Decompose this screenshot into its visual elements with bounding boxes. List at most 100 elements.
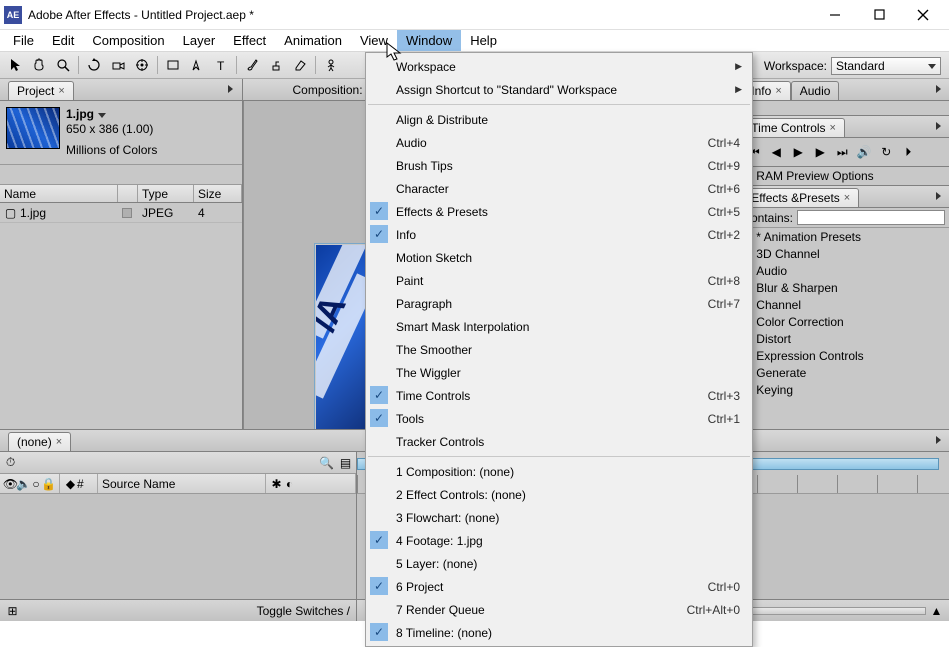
menu-item[interactable]: ✓ToolsCtrl+1 — [366, 407, 752, 430]
tab-audio[interactable]: Audio — [791, 81, 840, 100]
tab-effects-presets[interactable]: Effects &Presets× — [742, 188, 859, 207]
menu-view[interactable]: View — [351, 30, 397, 51]
zoom-tool-icon[interactable] — [52, 54, 74, 76]
effects-category[interactable]: Matte — [738, 398, 949, 400]
menu-item[interactable]: CharacterCtrl+6 — [366, 177, 752, 200]
comp-mini-icon[interactable]: ▤ — [339, 456, 352, 469]
maximize-button[interactable] — [857, 1, 901, 29]
col-size[interactable]: Size — [194, 185, 242, 202]
label-icon[interactable]: ◆ — [64, 477, 77, 490]
effects-category[interactable]: Blur & Sharpen — [738, 279, 949, 296]
effects-category[interactable]: Keying — [738, 381, 949, 398]
effects-category[interactable]: Audio — [738, 262, 949, 279]
effects-category[interactable]: * Animation Presets — [738, 228, 949, 245]
close-icon[interactable]: × — [56, 436, 62, 448]
effects-category[interactable]: Generate — [738, 364, 949, 381]
menu-item[interactable]: Tracker Controls — [366, 430, 752, 453]
menu-edit[interactable]: Edit — [43, 30, 83, 51]
panel-menu-icon[interactable] — [931, 189, 945, 203]
workspace-dropdown[interactable]: Standard — [831, 57, 941, 75]
menu-item[interactable]: 5 Layer: (none) — [366, 552, 752, 575]
clone-stamp-tool-icon[interactable] — [265, 54, 287, 76]
last-frame-icon[interactable]: ⏭ — [834, 144, 850, 160]
panel-menu-icon[interactable] — [931, 119, 945, 133]
effects-category[interactable]: Expression Controls — [738, 347, 949, 364]
minimize-button[interactable] — [813, 1, 857, 29]
toggle-icon[interactable]: ⊞ — [6, 604, 19, 617]
menu-help[interactable]: Help — [461, 30, 506, 51]
menu-item[interactable]: Assign Shortcut to "Standard" Workspace — [366, 78, 752, 101]
pen-tool-icon[interactable] — [186, 54, 208, 76]
effects-category[interactable]: Color Correction — [738, 313, 949, 330]
panel-menu-icon[interactable] — [931, 82, 945, 96]
chevron-down-icon[interactable] — [98, 113, 106, 118]
search-icon[interactable]: 🔍 — [320, 456, 333, 469]
speaker-icon[interactable]: 🔈 — [17, 477, 30, 490]
rotate-tool-icon[interactable] — [83, 54, 105, 76]
effects-category[interactable]: Distort — [738, 330, 949, 347]
list-item[interactable]: ▢1.jpg JPEG 4 — [0, 203, 242, 223]
shy-icon[interactable]: ✱ — [270, 477, 283, 490]
menu-item[interactable]: ParagraphCtrl+7 — [366, 292, 752, 315]
menu-item[interactable]: ✓Effects & PresetsCtrl+5 — [366, 200, 752, 223]
close-icon[interactable]: × — [58, 85, 64, 97]
col-type[interactable]: Type — [138, 185, 194, 202]
menu-animation[interactable]: Animation — [275, 30, 351, 51]
prev-frame-icon[interactable]: ◀ — [768, 144, 784, 160]
text-tool-icon[interactable]: T — [210, 54, 232, 76]
ram-preview-icon[interactable]: ⏵ — [900, 144, 916, 160]
tab-timeline[interactable]: (none)× — [8, 432, 71, 451]
menu-effect[interactable]: Effect — [224, 30, 275, 51]
menu-item[interactable]: Align & Distribute — [366, 108, 752, 131]
menu-item[interactable]: ✓8 Timeline: (none) — [366, 621, 752, 644]
timeline-layers[interactable] — [0, 494, 356, 599]
eraser-tool-icon[interactable] — [289, 54, 311, 76]
effects-search-input[interactable] — [797, 210, 945, 225]
close-button[interactable] — [901, 1, 945, 29]
menu-item[interactable]: Smart Mask Interpolation — [366, 315, 752, 338]
rectangle-tool-icon[interactable] — [162, 54, 184, 76]
next-frame-icon[interactable]: ▶ — [812, 144, 828, 160]
pan-behind-tool-icon[interactable] — [131, 54, 153, 76]
menu-item[interactable]: ✓4 Footage: 1.jpg — [366, 529, 752, 552]
col-source-name[interactable]: Source Name — [98, 474, 266, 493]
close-icon[interactable]: × — [830, 122, 836, 134]
window-menu-dropdown[interactable]: WorkspaceAssign Shortcut to "Standard" W… — [365, 52, 753, 647]
menu-window[interactable]: Window — [397, 30, 461, 51]
menu-composition[interactable]: Composition — [83, 30, 173, 51]
menu-item[interactable]: The Wiggler — [366, 361, 752, 384]
effects-list[interactable]: * Animation Presets3D ChannelAudioBlur &… — [738, 228, 949, 400]
lock-icon[interactable]: 🔒 — [42, 477, 55, 490]
menu-item[interactable]: AudioCtrl+4 — [366, 131, 752, 154]
menu-file[interactable]: File — [4, 30, 43, 51]
audio-icon[interactable]: 🔊 — [856, 144, 872, 160]
menu-item[interactable]: ✓InfoCtrl+2 — [366, 223, 752, 246]
menu-item[interactable]: Motion Sketch — [366, 246, 752, 269]
menu-item[interactable]: The Smoother — [366, 338, 752, 361]
menu-item[interactable]: 1 Composition: (none) — [366, 460, 752, 483]
effects-category[interactable]: 3D Channel — [738, 245, 949, 262]
panel-menu-icon[interactable] — [931, 433, 945, 447]
play-icon[interactable]: ▶ — [790, 144, 806, 160]
col-label[interactable] — [118, 185, 138, 202]
menu-item[interactable]: Brush TipsCtrl+9 — [366, 154, 752, 177]
brush-tool-icon[interactable] — [241, 54, 263, 76]
toggle-switches-button[interactable]: Toggle Switches / — [257, 604, 350, 618]
hand-tool-icon[interactable] — [28, 54, 50, 76]
menu-item[interactable]: ✓Time ControlsCtrl+3 — [366, 384, 752, 407]
menu-item[interactable]: Workspace — [366, 55, 752, 78]
selection-tool-icon[interactable] — [4, 54, 26, 76]
panel-menu-icon[interactable] — [224, 82, 238, 96]
menu-item[interactable]: 2 Effect Controls: (none) — [366, 483, 752, 506]
zoom-in-icon[interactable]: ▲ — [930, 604, 943, 617]
switch-icon[interactable]: ◐ — [283, 477, 296, 490]
effects-category[interactable]: Channel — [738, 296, 949, 313]
close-icon[interactable]: × — [775, 85, 781, 97]
menu-item[interactable]: 7 Render QueueCtrl+Alt+0 — [366, 598, 752, 621]
menu-item[interactable]: ✓6 ProjectCtrl+0 — [366, 575, 752, 598]
menu-item[interactable]: 3 Flowchart: (none) — [366, 506, 752, 529]
label-swatch[interactable] — [122, 208, 132, 218]
puppet-tool-icon[interactable] — [320, 54, 342, 76]
col-name[interactable]: Name — [0, 185, 118, 202]
close-icon[interactable]: × — [844, 192, 850, 204]
